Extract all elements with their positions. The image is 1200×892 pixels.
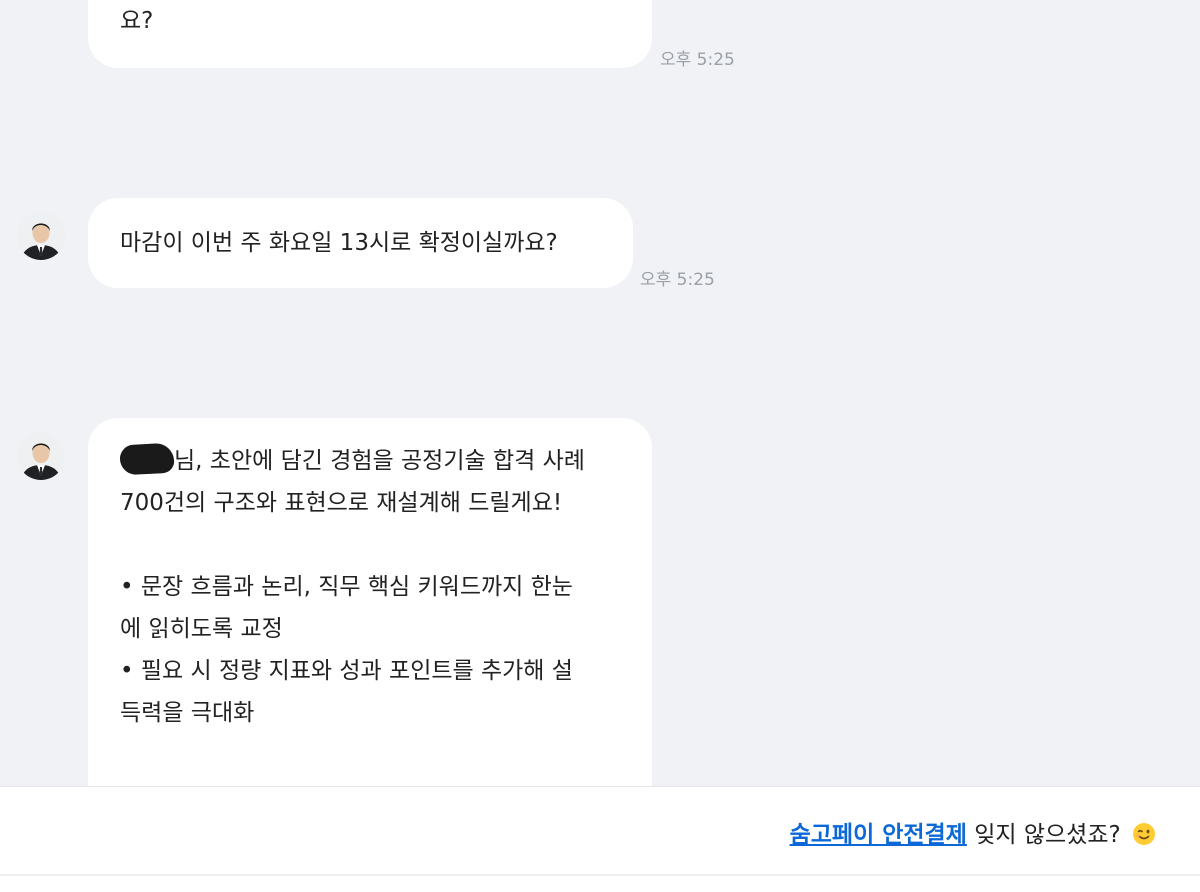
avatar-photo-icon [17,432,65,480]
message-bubble: 마감이 이번 주 화요일 13시로 확정이실까요? [88,198,633,288]
wink-emoji-icon [1132,822,1156,846]
message-bubble: 요? [88,0,652,68]
message-text-line: 에 읽히도록 교정 [120,616,283,642]
bottom-divider [0,874,1200,876]
safe-payment-banner: 숨고페이 안전결제 잊지 않으셨죠? [0,786,1200,892]
message-timestamp: 오후 5:25 [660,50,735,70]
message-text-line: 득력을 극대화 [120,700,255,726]
expert-avatar[interactable] [17,432,65,480]
redacted-name [119,442,175,476]
message-text-line: • 필요 시 정량 지표와 성과 포인트를 추가해 설 [120,658,573,684]
safe-payment-link[interactable]: 숨고페이 안전결제 [790,822,967,848]
message-text-line: • 문장 흐름과 논리, 직무 핵심 키워드까지 한눈 [120,574,573,600]
message-bubble: 님, 초안에 담긴 경험을 공정기술 합격 사례 700건의 구조와 표현으로 … [88,418,652,786]
message-timestamp: 오후 5:25 [640,270,715,290]
message-text-fragment: 님, 초안에 담긴 경험을 공정기술 합격 사례 [174,448,585,474]
message-text-line: 마감이 이번 주 화요일 13시로 확정이실까요? [120,230,558,256]
chat-message-list[interactable]: 요? 오후 5:25 마감이 이번 주 화요일 13시로 확정이실까요? 오후 … [0,0,1200,786]
message-text-line: 700건의 구조와 표현으로 재설계해 드릴게요! [120,490,563,516]
safe-payment-reminder: 숨고페이 안전결제 잊지 않으셨죠? [790,815,1156,849]
message-text-line: 님, 초안에 담긴 경험을 공정기술 합격 사례 [119,440,620,482]
reminder-text: 잊지 않으셨죠? [966,822,1128,848]
message-text-line: 요? [120,8,154,34]
avatar-photo-icon [17,212,65,260]
expert-avatar[interactable] [17,212,65,260]
